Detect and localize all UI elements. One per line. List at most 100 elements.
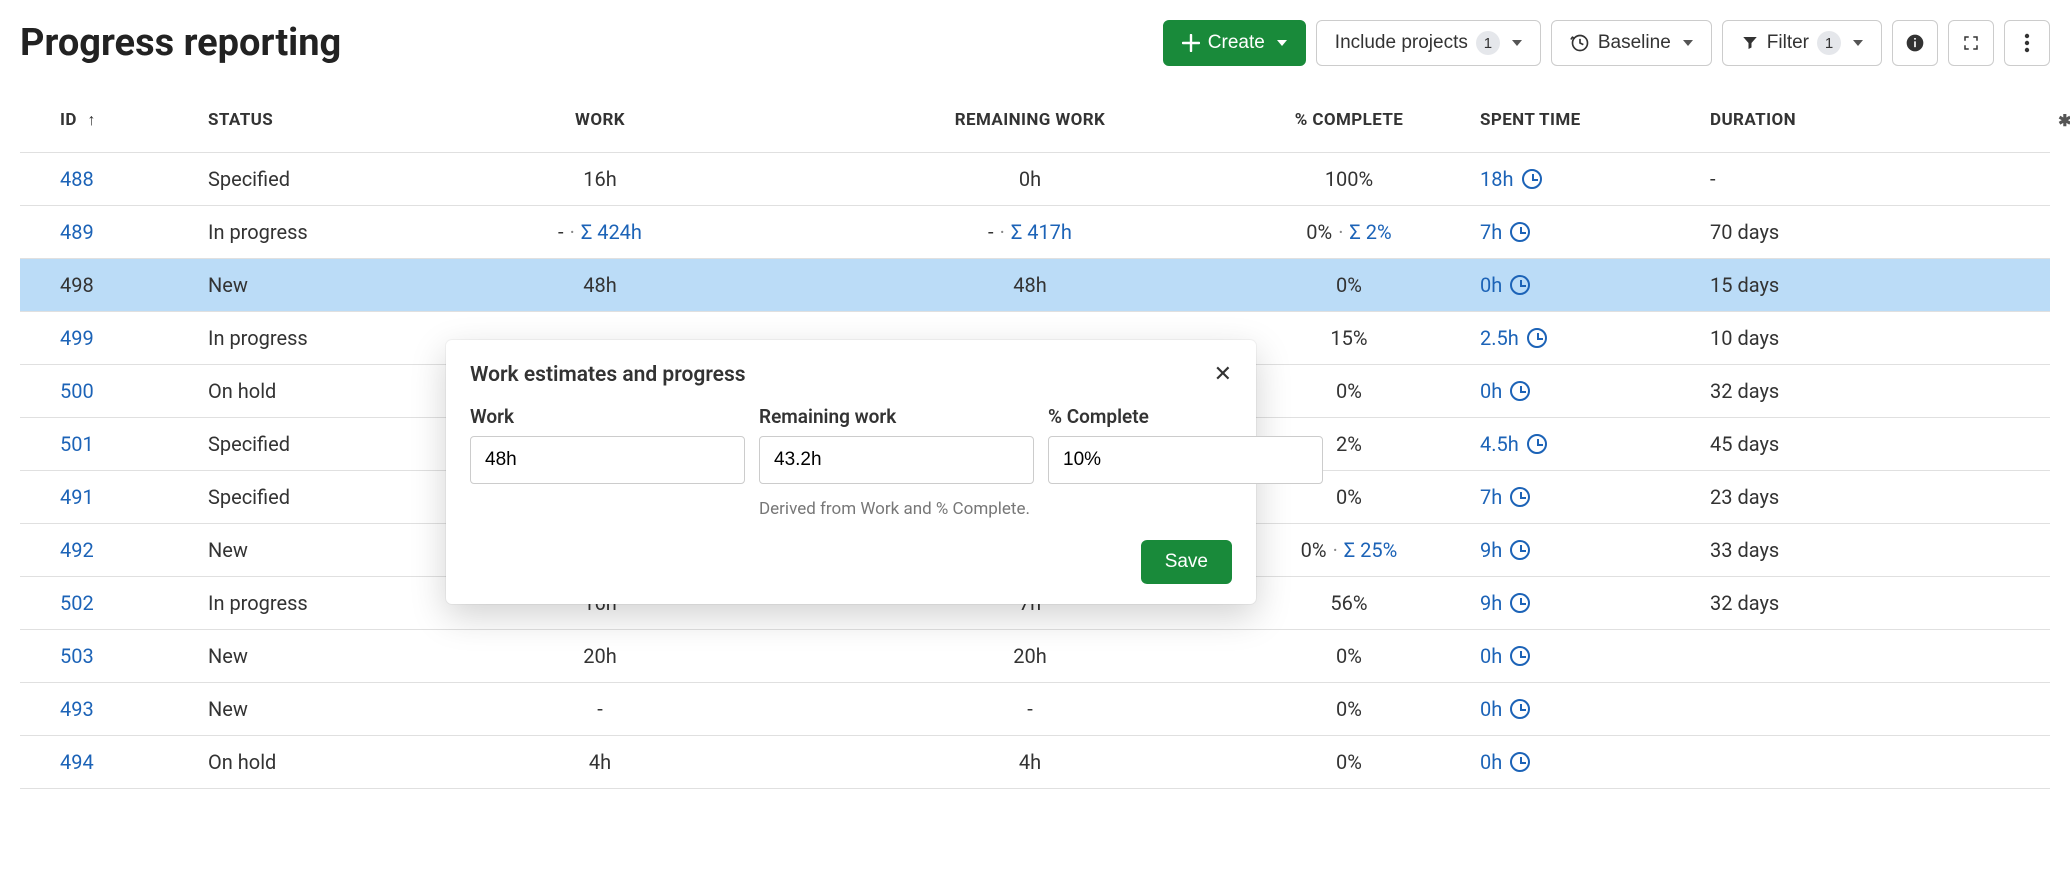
work-cell[interactable]: -·Σ 424h: [390, 206, 810, 258]
save-button[interactable]: Save: [1141, 540, 1232, 584]
remaining-sum-link[interactable]: Σ 417h: [1011, 220, 1072, 244]
id-link[interactable]: 492: [60, 538, 94, 562]
spent-time-link[interactable]: 18h: [1480, 167, 1542, 191]
filter-count: 1: [1817, 31, 1841, 55]
complete-cell[interactable]: 0%·Σ 2%: [1250, 206, 1470, 258]
id-link[interactable]: 500: [60, 379, 94, 403]
col-duration[interactable]: DURATION: [1670, 100, 2040, 140]
sort-asc-icon: ↑: [87, 110, 95, 129]
status-cell: Specified: [200, 418, 390, 470]
col-remaining[interactable]: REMAINING WORK: [810, 100, 1250, 140]
spent-cell: 7h: [1470, 206, 1670, 258]
col-id[interactable]: ID ↑: [20, 100, 200, 140]
id-link[interactable]: 501: [60, 432, 94, 456]
id-link[interactable]: 493: [60, 697, 94, 721]
spent-cell: 0h: [1470, 736, 1670, 788]
col-status[interactable]: STATUS: [200, 100, 390, 140]
work-cell[interactable]: 20h: [390, 630, 810, 682]
spent-time-link[interactable]: 2.5h: [1480, 326, 1547, 350]
spent-time-link[interactable]: 4.5h: [1480, 432, 1547, 456]
col-complete[interactable]: % COMPLETE: [1250, 100, 1470, 140]
spent-cell: 0h: [1470, 365, 1670, 417]
work-cell[interactable]: 48h: [390, 259, 810, 311]
spent-time-link[interactable]: 0h: [1480, 750, 1530, 774]
remaining-cell[interactable]: 4h: [810, 736, 1250, 788]
spent-time-link[interactable]: 0h: [1480, 644, 1530, 668]
id-link[interactable]: 499: [60, 326, 94, 350]
complete-cell[interactable]: 56%: [1250, 577, 1470, 629]
table-row[interactable]: 503New20h20h0%0h: [20, 630, 2050, 683]
baseline-button[interactable]: Baseline: [1551, 20, 1712, 66]
table-row[interactable]: 489In progress-·Σ 424h-·Σ 417h0%·Σ 2%7h7…: [20, 206, 2050, 259]
work-cell[interactable]: 16h: [390, 153, 810, 205]
remaining-cell[interactable]: -·Σ 417h: [810, 206, 1250, 258]
table-settings-button[interactable]: ✱: [2040, 101, 2070, 140]
complete-sum-link[interactable]: Σ 2%: [1349, 220, 1391, 244]
baseline-icon: [1570, 33, 1590, 53]
include-projects-label: Include projects: [1335, 32, 1468, 54]
spent-time-link[interactable]: 9h: [1480, 538, 1530, 562]
complete-cell[interactable]: 15%: [1250, 312, 1470, 364]
table-row[interactable]: 493New--0%0h: [20, 683, 2050, 736]
complete-input[interactable]: [1048, 436, 1323, 484]
work-input[interactable]: [470, 436, 745, 484]
remaining-cell[interactable]: 48h: [810, 259, 1250, 311]
complete-cell[interactable]: 0%: [1250, 630, 1470, 682]
duration-cell: [1670, 642, 2040, 670]
remaining-cell[interactable]: 20h: [810, 630, 1250, 682]
table-row[interactable]: 488Specified16h0h100%18h-: [20, 153, 2050, 206]
spent-cell: 7h: [1470, 471, 1670, 523]
complete-cell[interactable]: 0%·Σ 25%: [1250, 524, 1470, 576]
complete-sum-link[interactable]: Σ 25%: [1344, 538, 1398, 562]
table-row[interactable]: 494On hold4h4h0%0h: [20, 736, 2050, 789]
id-link[interactable]: 502: [60, 591, 94, 615]
fullscreen-icon: [1962, 34, 1980, 52]
info-button[interactable]: [1892, 20, 1938, 66]
complete-cell[interactable]: 0%: [1250, 259, 1470, 311]
work-cell[interactable]: 4h: [390, 736, 810, 788]
create-button[interactable]: Create: [1163, 20, 1306, 66]
id-link[interactable]: 498: [60, 273, 94, 297]
id-link[interactable]: 503: [60, 644, 94, 668]
remaining-cell[interactable]: -: [810, 683, 1250, 735]
work-cell[interactable]: -: [390, 683, 810, 735]
spent-cell: 9h: [1470, 577, 1670, 629]
spent-time-link[interactable]: 9h: [1480, 591, 1530, 615]
filter-icon: [1741, 34, 1759, 52]
include-projects-button[interactable]: Include projects 1: [1316, 20, 1541, 66]
remaining-input[interactable]: [759, 436, 1034, 484]
spent-time-link[interactable]: 7h: [1480, 485, 1530, 509]
fullscreen-button[interactable]: [1948, 20, 1994, 66]
complete-cell[interactable]: 100%: [1250, 153, 1470, 205]
complete-cell[interactable]: 0%: [1250, 736, 1470, 788]
spent-time-link[interactable]: 0h: [1480, 697, 1530, 721]
popover-close-button[interactable]: ✕: [1214, 362, 1232, 387]
col-spent[interactable]: SPENT TIME: [1470, 100, 1670, 140]
id-link[interactable]: 489: [60, 220, 94, 244]
remaining-cell[interactable]: 0h: [810, 153, 1250, 205]
work-label: Work: [470, 405, 745, 428]
clock-icon: [1510, 699, 1530, 719]
spent-cell: 2.5h: [1470, 312, 1670, 364]
more-button[interactable]: [2004, 20, 2050, 66]
status-cell: New: [200, 524, 390, 576]
spent-cell: 4.5h: [1470, 418, 1670, 470]
id-link[interactable]: 494: [60, 750, 94, 774]
table-row[interactable]: 498New48h48h0%0h15 days: [20, 259, 2050, 312]
filter-button[interactable]: Filter 1: [1722, 20, 1882, 66]
complete-cell[interactable]: 0%: [1250, 683, 1470, 735]
id-link[interactable]: 488: [60, 167, 94, 191]
clock-icon: [1510, 275, 1530, 295]
spent-time-link[interactable]: 0h: [1480, 273, 1530, 297]
duration-cell: 45 days: [1670, 418, 2040, 470]
spent-time-link[interactable]: 0h: [1480, 379, 1530, 403]
work-sum-link[interactable]: Σ 424h: [581, 220, 642, 244]
clock-icon: [1510, 540, 1530, 560]
work-estimates-popover: Work estimates and progress ✕ Work Remai…: [446, 340, 1256, 604]
plus-icon: [1182, 34, 1200, 52]
spent-time-link[interactable]: 7h: [1480, 220, 1530, 244]
popover-title: Work estimates and progress: [470, 363, 746, 387]
id-link[interactable]: 491: [60, 485, 94, 509]
col-work[interactable]: WORK: [390, 100, 810, 140]
spent-cell: 9h: [1470, 524, 1670, 576]
